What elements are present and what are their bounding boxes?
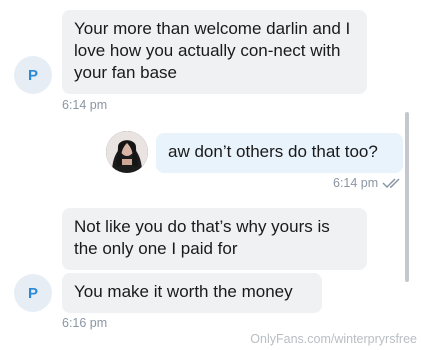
- message-text: Not like you do that’s why yours is the …: [74, 217, 330, 258]
- message-timestamp: 6:16 pm: [62, 316, 108, 330]
- user-photo-avatar[interactable]: [106, 131, 148, 173]
- message-timestamp: 6:14 pm: [62, 98, 108, 112]
- message-text: aw don’t others do that too?: [168, 142, 378, 161]
- user-photo-icon: [106, 131, 148, 173]
- watermark: OnlyFans.com/winterpryrsfree: [250, 332, 417, 346]
- outgoing-message-bubble[interactable]: aw don’t others do that too?: [156, 133, 403, 173]
- chat-scrollbar[interactable]: [405, 112, 409, 282]
- incoming-message-bubble[interactable]: Your more than welcome darlin and I love…: [62, 10, 367, 94]
- incoming-message-bubble[interactable]: Not like you do that’s why yours is the …: [62, 208, 367, 270]
- chat-thread: Your more than welcome darlin and I love…: [0, 0, 421, 350]
- double-check-icon: [382, 178, 400, 189]
- message-timestamp: 6:14 pm: [333, 176, 379, 190]
- sender-avatar[interactable]: P: [14, 56, 52, 94]
- message-text: You make it worth the money: [74, 282, 293, 301]
- message-text: Your more than welcome darlin and I love…: [74, 19, 351, 82]
- sender-avatar-letter: P: [27, 284, 38, 302]
- sender-avatar-letter: P: [27, 66, 38, 84]
- sender-avatar[interactable]: P: [14, 274, 52, 312]
- incoming-message-bubble[interactable]: You make it worth the money: [62, 273, 322, 313]
